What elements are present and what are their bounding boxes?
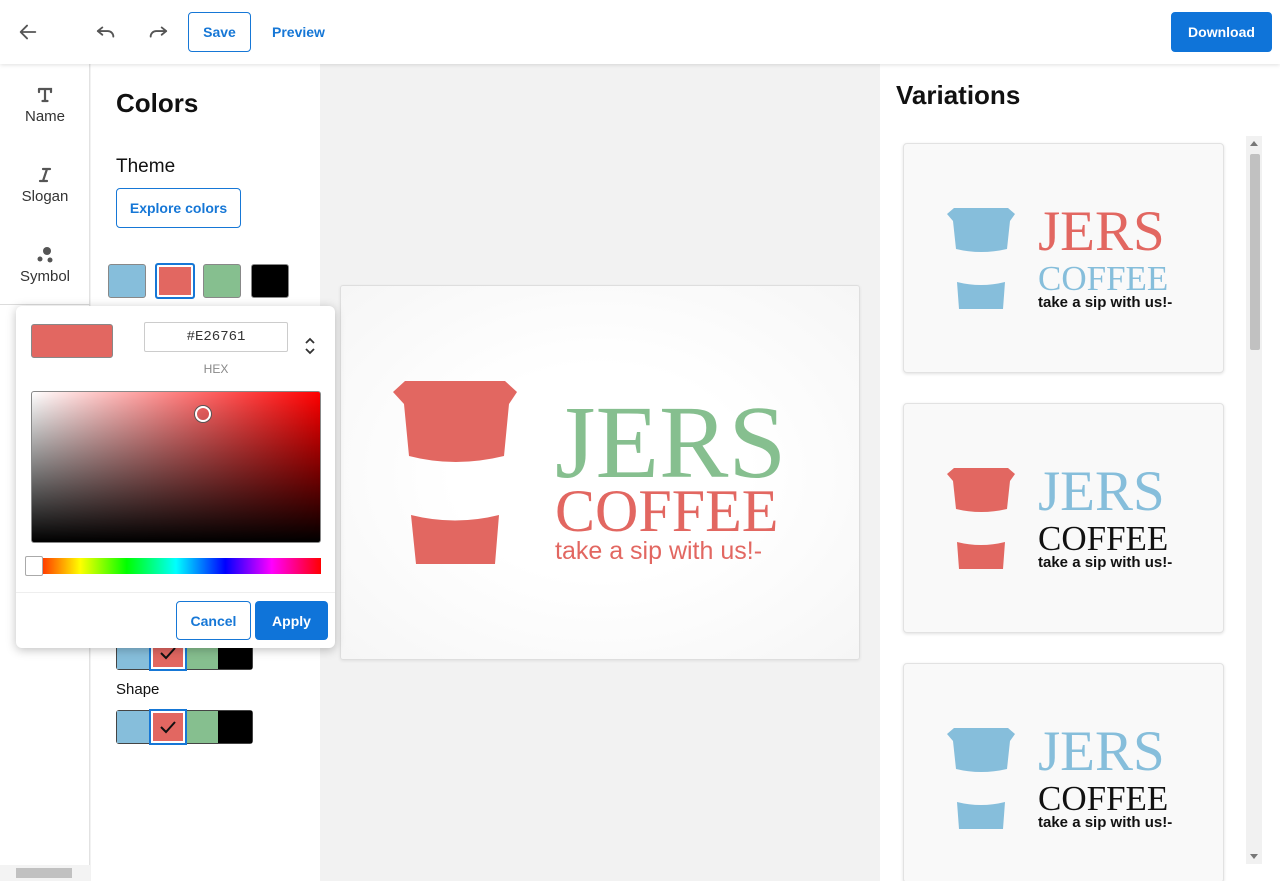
variation-card-1[interactable]: JERS COFFEE take a sip with us!- (903, 143, 1224, 373)
italic-i-icon (38, 167, 52, 182)
text-t-icon (37, 87, 53, 102)
check-icon (159, 647, 176, 660)
apply-button[interactable]: Apply (255, 601, 328, 640)
variation-logo: JERS COFFEE take a sip with us!- (947, 460, 1172, 571)
svg-text:COFFEE: COFFEE (1038, 259, 1168, 298)
variations-panel: Variations JERS COFFEE take a sip with u… (880, 64, 1280, 881)
strip-color-red[interactable] (148, 709, 187, 745)
variations-scrollbar[interactable] (1246, 136, 1262, 864)
hex-label: HEX (203, 362, 229, 376)
variation-logo: JERS COFFEE take a sip with us!- (947, 200, 1172, 311)
shape-label: Shape (116, 681, 160, 698)
svg-text:COFFEE: COFFEE (1038, 519, 1168, 558)
variation-logo: JERS COFFEE take a sip with us!- (947, 720, 1172, 831)
svg-text:take a sip with us!-: take a sip with us!- (1038, 814, 1172, 831)
rail-item-label: Symbol (19, 267, 71, 285)
theme-swatch-green[interactable] (203, 264, 241, 298)
theme-swatch-blue[interactable] (108, 264, 146, 298)
panel-title: Colors (116, 88, 199, 118)
color-preview-swatch (31, 324, 113, 358)
theme-swatch-black[interactable] (251, 264, 289, 298)
svg-text:JERS: JERS (1038, 200, 1165, 263)
format-toggle-icon[interactable] (304, 336, 316, 361)
rail-item-slogan[interactable]: Slogan (0, 150, 90, 220)
strip-color-green[interactable] (184, 711, 219, 743)
undo-icon[interactable] (90, 16, 122, 48)
strip-color-blue[interactable] (117, 711, 151, 743)
scroll-up-arrow-icon[interactable] (1250, 140, 1258, 148)
svg-text:JERS: JERS (1038, 720, 1165, 783)
variations-title: Variations (896, 80, 1021, 110)
cup-base-shape (411, 515, 499, 564)
explore-colors-button[interactable]: Explore colors (116, 188, 241, 228)
rail-item-symbol[interactable]: Symbol (0, 230, 90, 300)
variation-card-2[interactable]: JERS COFFEE take a sip with us!- (903, 403, 1224, 633)
horizontal-scrollbar[interactable] (0, 865, 90, 881)
svg-text:take a sip with us!-: take a sip with us!- (1038, 294, 1172, 311)
shapes-icon (37, 246, 53, 262)
hue-slider[interactable] (25, 556, 321, 576)
svg-text:JERS: JERS (1038, 460, 1165, 523)
rail-divider (0, 304, 90, 305)
preview-button[interactable]: Preview (272, 12, 325, 52)
coffee-cup-logo: JERS COFFEE take a sip with us!- (393, 381, 786, 565)
scroll-thumb[interactable] (16, 868, 72, 878)
color-handle[interactable] (195, 406, 211, 422)
color-picker-popover: HEX Cancel Apply (16, 306, 335, 648)
theme-swatch-red[interactable] (155, 263, 195, 299)
rail-item-label: Name (24, 107, 65, 125)
saturation-value-area[interactable] (31, 391, 321, 543)
shape-color-strip (116, 709, 253, 745)
scroll-thumb[interactable] (1250, 154, 1260, 350)
rail-item-name[interactable]: Name (0, 70, 90, 140)
logo-slogan: take a sip with us!- (555, 537, 762, 565)
hex-input[interactable] (144, 322, 288, 352)
check-icon (159, 721, 176, 734)
logo-canvas: JERS COFFEE take a sip with us!- (320, 64, 879, 881)
variation-card-3[interactable]: JERS COFFEE take a sip with us!- (903, 663, 1224, 881)
back-arrow-icon[interactable] (12, 16, 44, 48)
redo-icon[interactable] (142, 16, 174, 48)
picker-divider (16, 592, 335, 593)
scroll-down-arrow-icon[interactable] (1250, 852, 1258, 860)
hue-handle[interactable] (25, 556, 43, 576)
strip-color-black[interactable] (218, 711, 252, 743)
save-button[interactable]: Save (188, 12, 251, 52)
main-logo-preview[interactable]: JERS COFFEE take a sip with us!- (340, 285, 860, 660)
logo-word: COFFEE (555, 478, 778, 544)
svg-text:take a sip with us!-: take a sip with us!- (1038, 554, 1172, 571)
cancel-button[interactable]: Cancel (176, 601, 251, 640)
download-button[interactable]: Download (1171, 12, 1272, 52)
top-toolbar: Save Preview Download (0, 0, 1280, 64)
theme-label: Theme (116, 156, 176, 177)
cup-lid-shape (393, 381, 517, 462)
svg-text:COFFEE: COFFEE (1038, 779, 1168, 818)
rail-item-label: Slogan (21, 187, 69, 205)
